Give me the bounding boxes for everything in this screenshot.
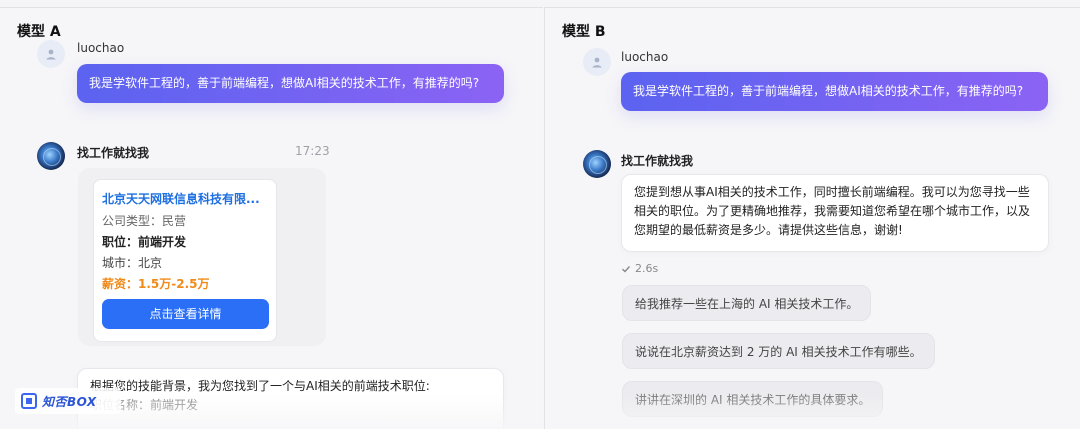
user-name: luochao [621,50,669,64]
bot-name: 找工作就找我 [621,154,694,168]
job-company-name[interactable]: 北京天天网联信息科技有限... [102,190,268,207]
user-avatar [583,48,611,76]
user-name: luochao [77,41,125,55]
company-type-label: 公司类型： [102,214,163,228]
salary-value: 1.5万-2.5万 [138,277,210,291]
company-type-value: 民营 [162,214,187,228]
model-b-panel: 模型 B luochao 我是学软件工程的，善于前端编程，想做AI相关的技术工作… [544,7,1080,429]
watermark-text: 知否BOX [42,394,97,409]
watermark: 知否BOX [15,388,121,414]
user-avatar [37,40,65,68]
suggestion-chip[interactable]: 给我推荐一些在上海的 AI 相关技术工作。 [622,285,872,321]
panel-title: 模型 B [562,24,606,40]
check-icon [622,265,631,272]
bot-reply-bubble: 您提到想从事AI相关的技术工作，同时擅长前端编程。我可以为您寻找一些相关的职位。… [621,174,1049,252]
suggestion-chip[interactable]: 说说在北京薪资达到 2 万的 AI 相关技术工作有哪些。 [622,333,935,369]
bot-reply-line: 根据您的技能背景，我为您找到了一个与AI相关的前端技术职位: [90,379,430,393]
job-card[interactable]: 北京天天网联信息科技有限... 公司类型：民营 职位：前端开发 城市：北京 薪资… [93,179,277,342]
bot-name: 找工作就找我 [77,146,150,160]
panel-title: 模型 A [17,24,61,40]
user-message-bubble: 我是学软件工程的，善于前端编程，想做AI相关的技术工作，有推荐的吗? [77,64,504,103]
salary-label: 薪资： [102,277,139,291]
bot-reply-line: 职位名称：前端开发 [90,398,199,412]
bot-avatar [37,142,65,170]
bot-reply-bubble: 根据您的技能背景，我为您找到了一个与AI相关的前端技术职位: 职位名称：前端开发 [77,368,504,429]
city-value: 北京 [138,256,163,270]
elapsed-time: 2.6s [621,262,658,275]
user-icon [592,57,602,68]
elapsed-value: 2.6s [635,262,659,275]
user-message-bubble: 我是学软件工程的，善于前端编程，想做AI相关的技术工作，有推荐的吗? [621,72,1048,111]
position-value: 前端开发 [138,235,187,249]
model-a-panel: 模型 A luochao 我是学软件工程的，善于前端编程，想做AI相关的技术工作… [0,7,543,429]
user-icon [46,49,56,60]
bot-avatar [583,150,611,178]
suggestion-chip[interactable]: 讲讲在深圳的 AI 相关技术工作的具体要求。 [622,381,884,417]
job-card-container: 北京天天网联信息科技有限... 公司类型：民营 职位：前端开发 城市：北京 薪资… [78,168,326,346]
logo-icon [21,393,37,409]
message-time: 17:23 [295,144,330,158]
position-label: 职位： [102,235,139,249]
city-label: 城市： [102,256,139,270]
view-details-button[interactable]: 点击查看详情 [102,299,269,329]
